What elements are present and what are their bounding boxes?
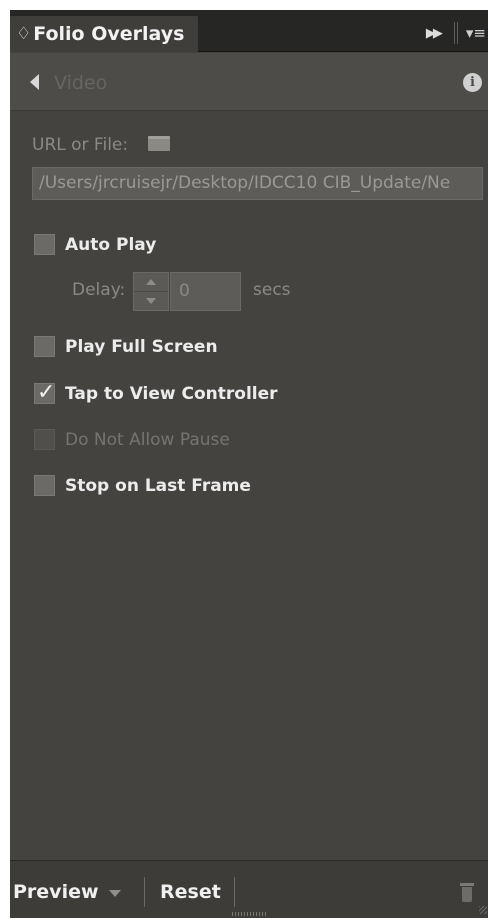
trash-lid (460, 883, 474, 886)
reset-button[interactable]: Reset (160, 881, 221, 903)
panel-menu-icon[interactable]: ▾≡ (466, 24, 486, 42)
overlay-type-title: Video (54, 72, 108, 94)
checkmark-icon: ✓ (37, 380, 56, 405)
chevron-up-icon (146, 278, 156, 285)
stop-on-last-frame-label: Stop on Last Frame (65, 475, 251, 496)
panel-footer: Preview Reset (10, 860, 488, 918)
collapse-panel-icon[interactable]: ▶▶ (426, 26, 443, 41)
grip-divider-icon (453, 22, 458, 44)
delay-decrement-button[interactable] (134, 292, 168, 311)
delay-input[interactable]: 0 (170, 272, 241, 311)
stop-on-last-frame-row[interactable]: Stop on Last Frame (34, 475, 251, 496)
do-not-allow-pause-checkbox (34, 429, 55, 450)
resize-grip-icon[interactable] (479, 906, 487, 914)
chevron-down-icon (146, 297, 156, 304)
tab-folio-overlays[interactable]: ♢ Folio Overlays (10, 16, 198, 52)
back-arrow-icon[interactable] (30, 74, 39, 90)
folder-icon[interactable] (148, 136, 170, 151)
panel-tab-bar: ♢ Folio Overlays ▶▶ ▾≡ (10, 10, 488, 52)
tap-to-view-label: Tap to View Controller (65, 383, 278, 404)
auto-play-checkbox[interactable] (34, 234, 55, 255)
do-not-allow-pause-label: Do Not Allow Pause (65, 429, 230, 450)
preview-button[interactable]: Preview (13, 881, 121, 903)
preview-label: Preview (13, 881, 99, 903)
trash-can (462, 887, 472, 902)
auto-play-row[interactable]: Auto Play (34, 234, 156, 255)
play-full-screen-row[interactable]: Play Full Screen (34, 336, 218, 357)
do-not-allow-pause-row: Do Not Allow Pause (34, 429, 230, 450)
folio-overlays-panel: ♢ Folio Overlays ▶▶ ▾≡ Video i URL or Fi… (10, 10, 488, 918)
tab-bar-controls: ▶▶ ▾≡ (426, 20, 488, 46)
tap-to-view-row[interactable]: ✓ Tap to View Controller (34, 380, 278, 405)
overlay-header: Video i (10, 53, 488, 111)
panel-resize-handle[interactable] (232, 912, 268, 916)
divider (144, 877, 145, 907)
divider (234, 877, 235, 907)
tab-title: Folio Overlays (33, 23, 185, 45)
stop-on-last-frame-checkbox[interactable] (34, 475, 55, 496)
play-full-screen-checkbox[interactable] (34, 336, 55, 357)
delay-label: Delay: (72, 280, 126, 300)
chevron-down-icon[interactable] (108, 889, 121, 897)
delay-increment-button[interactable] (134, 273, 168, 292)
play-full-screen-label: Play Full Screen (65, 336, 218, 357)
panel-options-icon[interactable]: ♢ (16, 24, 31, 44)
url-path-field[interactable]: /Users/jrcruisejr/Desktop/IDCC10 CIB_Upd… (32, 167, 483, 200)
delay-unit-label: secs (253, 280, 291, 300)
trash-icon[interactable] (460, 883, 474, 903)
info-icon[interactable]: i (463, 73, 482, 92)
auto-play-label: Auto Play (65, 234, 157, 255)
tap-to-view-checkbox[interactable]: ✓ (34, 380, 56, 405)
delay-stepper[interactable] (133, 272, 169, 311)
url-or-file-label: URL or File: (32, 135, 129, 155)
